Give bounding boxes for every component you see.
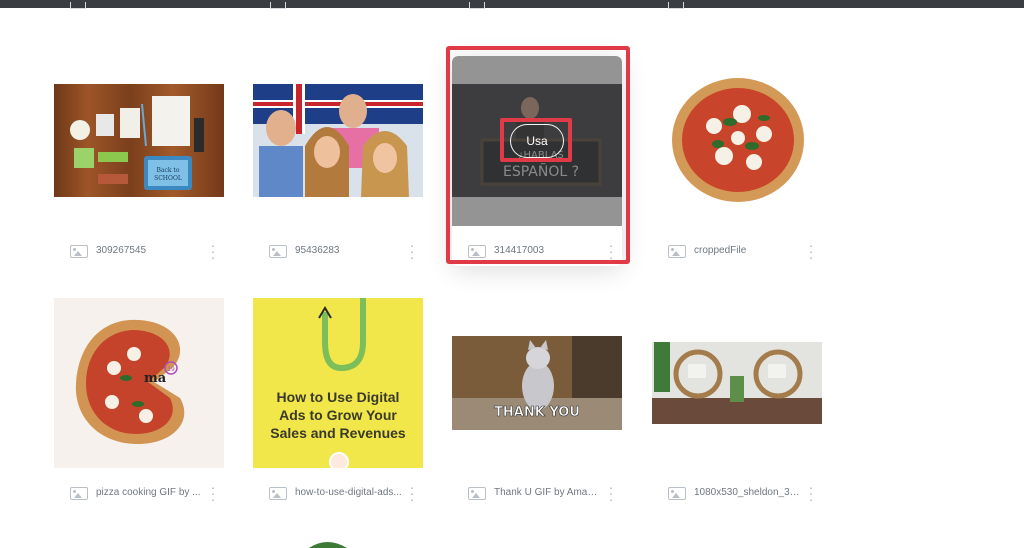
asset-meta: 309267545 · · ·: [54, 236, 224, 266]
image-icon: [668, 2, 684, 9]
asset-card[interactable]: 1080x530_sheldon_3p... · · ·: [652, 298, 822, 508]
image-icon: [269, 487, 287, 500]
cover-title: How to Use Digital Ads to Grow Your Sale…: [270, 389, 406, 441]
asset-thumbnail[interactable]: [652, 56, 822, 226]
asset-meta: croppedFile · · ·: [652, 236, 822, 266]
digital-ads-cover: [253, 298, 423, 468]
pizza-image: [672, 78, 804, 202]
image-icon: [668, 245, 686, 258]
image-icon: [468, 487, 486, 500]
asset-name: 95436283: [295, 245, 340, 256]
asset-name: 314417003: [494, 245, 545, 256]
asset-thumbnail[interactable]: [652, 298, 822, 468]
image-icon: [668, 487, 686, 500]
image-icon: [270, 2, 286, 9]
asset-card[interactable]: THANK YOU Thank U GIF by Amanda · · ·: [452, 298, 622, 508]
use-button[interactable]: Usa: [510, 124, 564, 158]
asset-thumbnail[interactable]: THANK YOU: [452, 298, 622, 468]
gif-brand-text: ma: [144, 371, 167, 386]
patio-chairs-image: [652, 342, 822, 424]
asset-meta: 95436283 · · ·: [253, 236, 423, 266]
more-options-icon[interactable]: · · ·: [606, 480, 616, 506]
image-icon: [469, 2, 485, 9]
asset-name: how-to-use-digital-ads...: [295, 487, 402, 498]
asset-thumbnail[interactable]: [253, 56, 423, 226]
asset-thumbnail[interactable]: ¿HABLAS ESPAÑOL ? Usa: [452, 56, 622, 226]
next-row-thumbnail-fragment: [309, 542, 347, 548]
image-icon: [70, 487, 88, 500]
asset-name: 309267545: [96, 245, 147, 256]
asset-name: 1080x530_sheldon_3p...: [694, 487, 802, 498]
asset-name: croppedFile: [694, 245, 747, 256]
asset-name: pizza cooking GIF by ...: [96, 487, 201, 498]
asset-card[interactable]: ma 19 pizza cooking GIF by ... · · ·: [54, 298, 224, 508]
asset-thumbnail[interactable]: ma 19: [54, 298, 224, 468]
friends-scene-image: [253, 84, 423, 197]
asset-thumbnail[interactable]: Back to SCHOOL: [54, 56, 224, 226]
image-icon: [269, 245, 287, 258]
image-icon: [70, 2, 86, 9]
asset-meta: how-to-use-digital-ads... · · ·: [253, 478, 423, 508]
asset-meta: 314417003 · · ·: [452, 236, 622, 266]
more-options-icon[interactable]: · · ·: [208, 480, 218, 506]
image-icon: [70, 245, 88, 258]
more-options-icon[interactable]: · · ·: [806, 238, 816, 264]
svg-text:SCHOOL: SCHOOL: [154, 175, 182, 182]
asset-card[interactable]: How to Use Digital Ads to Grow Your Sale…: [253, 298, 423, 508]
svg-text:Back to: Back to: [157, 167, 180, 174]
asset-card-hovered[interactable]: ¿HABLAS ESPAÑOL ? Usa 314417003 ···: [452, 56, 622, 266]
more-options-icon[interactable]: · · ·: [208, 238, 218, 264]
more-options-icon[interactable]: · · ·: [606, 238, 616, 264]
asset-meta: Thank U GIF by Amanda · · ·: [452, 478, 622, 508]
pizza-gif-image: ma 19: [54, 298, 224, 468]
cat-gif-image: THANK YOU: [452, 336, 622, 430]
asset-card[interactable]: 95436283 · · ·: [253, 56, 423, 266]
asset-card[interactable]: croppedFile · · ·: [652, 56, 822, 266]
asset-meta: pizza cooking GIF by ... · · ·: [54, 478, 224, 508]
more-options-icon[interactable]: · · ·: [806, 480, 816, 506]
gif-caption: THANK YOU: [494, 405, 580, 420]
image-icon: [468, 245, 486, 258]
asset-card[interactable]: Back to SCHOOL 309267545 · · ·: [54, 56, 224, 266]
more-options-icon[interactable]: · · ·: [407, 238, 417, 264]
desk-scene-image: Back to SCHOOL: [54, 84, 224, 197]
asset-thumbnail[interactable]: How to Use Digital Ads to Grow Your Sale…: [253, 298, 423, 468]
gif-badge-text: 19: [167, 366, 175, 373]
asset-meta: 1080x530_sheldon_3p... · · ·: [652, 478, 822, 508]
asset-name: Thank U GIF by Amanda: [494, 487, 602, 498]
previous-row-fragment: [0, 0, 1024, 12]
more-options-icon[interactable]: · · ·: [407, 480, 417, 506]
